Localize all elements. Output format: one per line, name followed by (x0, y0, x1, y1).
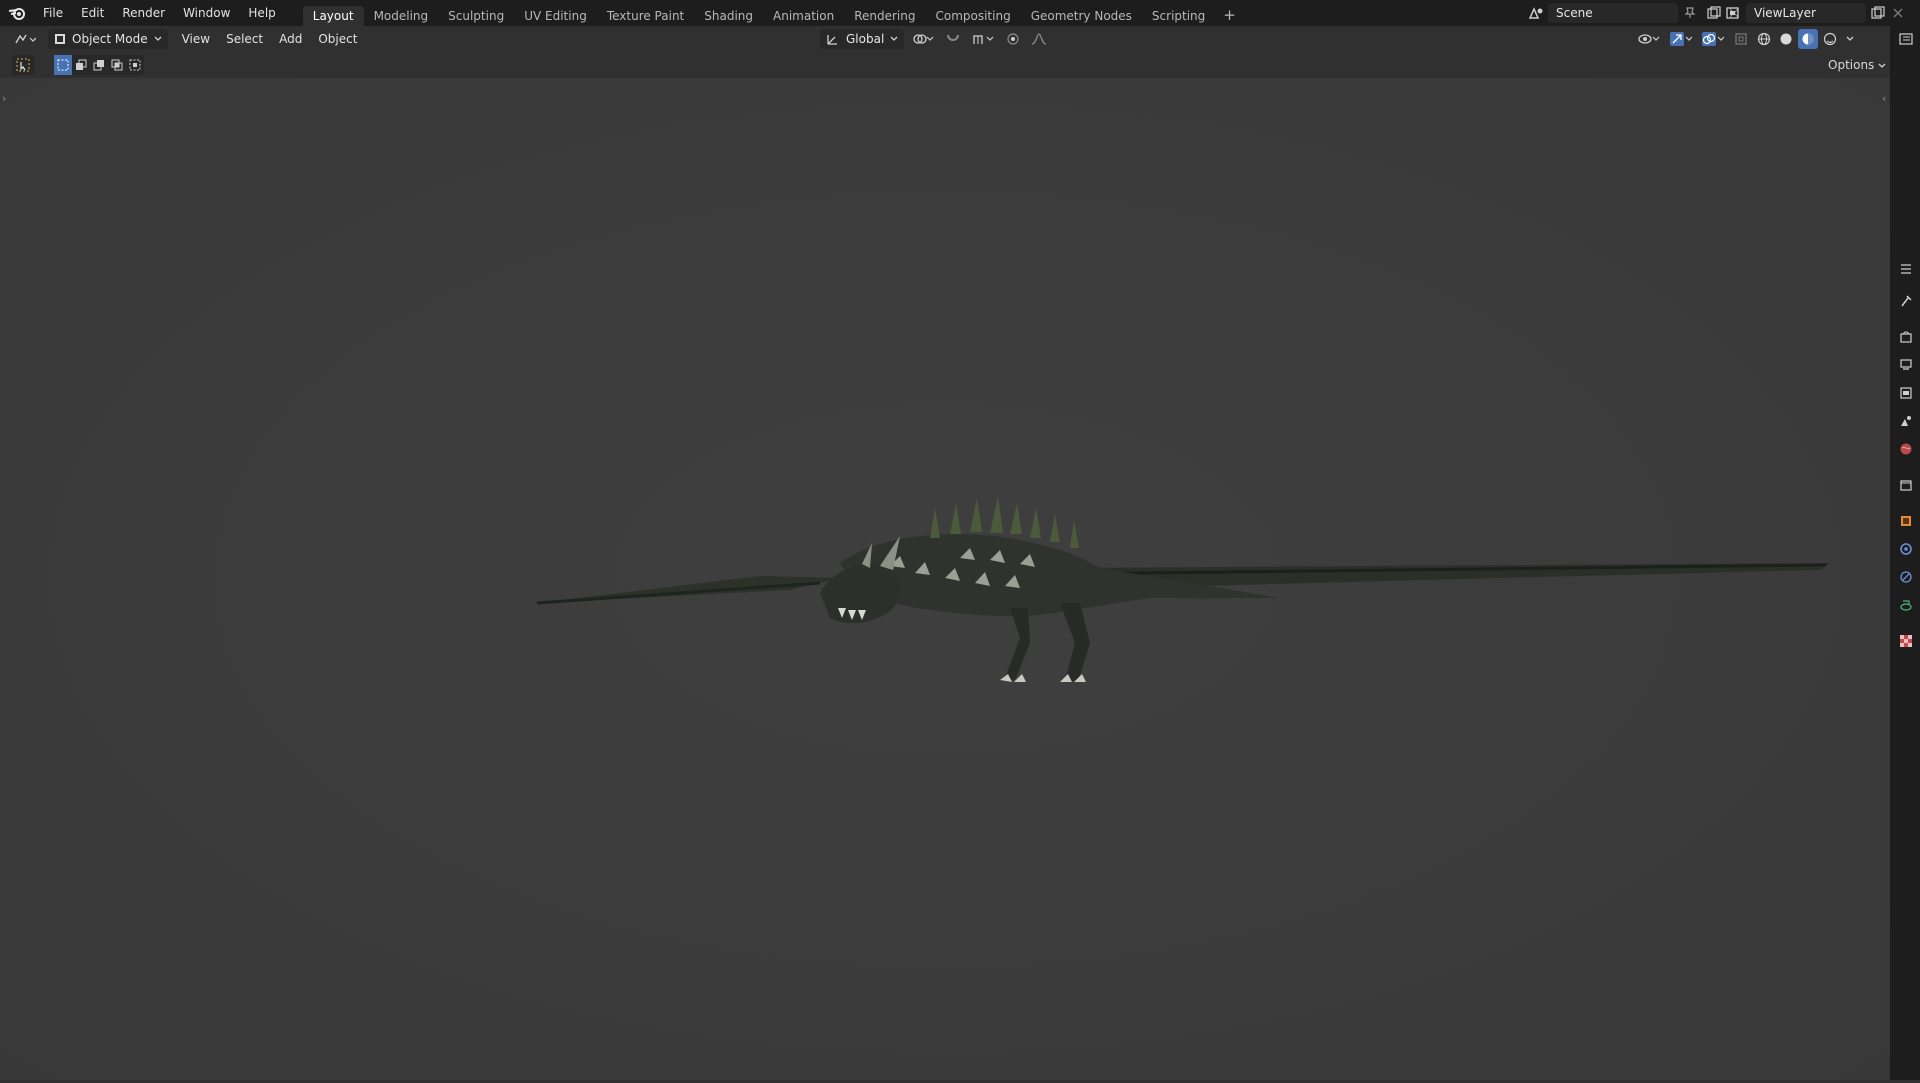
menu-window[interactable]: Window (174, 0, 239, 26)
new-view-layer-icon[interactable] (1866, 3, 1890, 23)
select-intersect-icon[interactable] (126, 55, 144, 75)
object-mode-icon (55, 34, 65, 44)
mode-label: Object Mode (72, 32, 148, 46)
tab-uv-editing[interactable]: UV Editing (514, 6, 597, 26)
view-layer-selector: ViewLayer (1722, 2, 1906, 24)
visibility-icon[interactable] (1634, 29, 1664, 49)
viewport-canvas (0, 78, 1890, 1080)
shading-solid-icon[interactable] (1776, 29, 1796, 49)
selection-mode-group (54, 55, 144, 75)
output-icon[interactable] (1897, 356, 1915, 374)
select-new-icon[interactable] (54, 55, 72, 75)
properties-editor-type-icon[interactable] (1897, 30, 1915, 48)
editor-type-icon[interactable] (10, 29, 40, 49)
shading-material-icon[interactable] (1798, 29, 1818, 49)
3d-viewport[interactable] (0, 78, 1890, 1080)
physics-icon[interactable] (1897, 596, 1915, 614)
sidebar-expand-icon[interactable]: ‹ (1882, 92, 1886, 105)
tab-compositing[interactable]: Compositing (925, 6, 1020, 26)
transform-controls: Global (820, 29, 1050, 49)
tab-rendering[interactable]: Rendering (844, 6, 925, 26)
menu-help[interactable]: Help (239, 0, 284, 26)
tab-sculpting[interactable]: Sculpting (438, 6, 514, 26)
select-extend-icon[interactable] (72, 55, 90, 75)
select-box-icon[interactable] (12, 55, 34, 75)
overlays-icon[interactable] (1698, 29, 1728, 49)
view-layer-name-field[interactable]: ViewLayer (1746, 3, 1866, 23)
menu-select[interactable]: Select (218, 26, 271, 52)
menu-render[interactable]: Render (113, 0, 174, 26)
render-icon[interactable] (1897, 328, 1915, 346)
viewport-menu: View Select Add Object (174, 26, 366, 52)
chevron-down-icon (1878, 63, 1886, 68)
view-layer-props-icon[interactable] (1897, 384, 1915, 402)
options-dropdown[interactable]: Options (1822, 56, 1892, 74)
scene-selector: Scene (1524, 2, 1742, 24)
menu-view[interactable]: View (174, 26, 218, 52)
menu-edit[interactable]: Edit (72, 0, 113, 26)
pivot-point-icon[interactable] (908, 29, 938, 49)
gizmo-icon[interactable] (1666, 29, 1696, 49)
orientation-label: Global (846, 32, 885, 46)
pin-icon[interactable] (1678, 3, 1702, 23)
xray-icon[interactable] (1730, 29, 1752, 49)
top-bar: File Edit Render Window Help Layout Mode… (0, 0, 1920, 26)
tool-header (0, 52, 1890, 78)
snap-target-icon[interactable] (968, 29, 998, 49)
viewport-display-controls (1634, 29, 1858, 49)
snap-toggle-icon[interactable] (942, 29, 964, 49)
menu-add[interactable]: Add (271, 26, 310, 52)
tool-settings-icon[interactable] (1897, 292, 1915, 310)
transform-orientation-dropdown[interactable]: Global (820, 29, 905, 49)
tab-geometry-nodes[interactable]: Geometry Nodes (1021, 6, 1142, 26)
tab-layout[interactable]: Layout (302, 6, 364, 26)
view-layer-icon[interactable] (1722, 3, 1746, 23)
falloff-icon[interactable] (1028, 29, 1050, 49)
properties-tool-icon[interactable] (1897, 260, 1915, 278)
tab-animation[interactable]: Animation (763, 6, 844, 26)
object-icon[interactable] (1897, 512, 1915, 530)
shading-rendered-icon[interactable] (1820, 29, 1840, 49)
tab-modeling[interactable]: Modeling (364, 6, 439, 26)
viewport-header: Object Mode View Select Add Object Globa… (0, 26, 1890, 52)
scene-icon[interactable] (1524, 3, 1548, 23)
texture-icon[interactable] (1897, 632, 1915, 650)
chevron-down-icon (890, 36, 898, 41)
mode-dropdown[interactable]: Object Mode (48, 29, 168, 49)
particles-icon[interactable] (1897, 568, 1915, 586)
options-label: Options (1828, 58, 1875, 72)
scene-name-field[interactable]: Scene (1548, 3, 1678, 23)
tab-texture-paint[interactable]: Texture Paint (597, 6, 694, 26)
select-subtract-icon[interactable] (90, 55, 108, 75)
main-menu: File Edit Render Window Help (34, 0, 285, 26)
shading-options-chevron-icon[interactable] (1842, 29, 1858, 49)
proportional-edit-icon[interactable] (1002, 29, 1024, 49)
tab-scripting[interactable]: Scripting (1142, 6, 1215, 26)
tab-shading[interactable]: Shading (694, 6, 763, 26)
scene-props-icon[interactable] (1897, 412, 1915, 430)
add-workspace-button[interactable]: + (1215, 6, 1244, 24)
menu-object[interactable]: Object (310, 26, 365, 52)
modifier-icon[interactable] (1897, 540, 1915, 558)
workspace-tabs: Layout Modeling Sculpting UV Editing Tex… (302, 0, 1244, 26)
select-invert-icon[interactable] (108, 55, 126, 75)
toolbar-expand-icon[interactable]: › (2, 92, 6, 105)
world-icon[interactable] (1897, 440, 1915, 458)
shading-wireframe-icon[interactable] (1754, 29, 1774, 49)
menu-file[interactable]: File (34, 0, 72, 26)
orientation-icon (827, 35, 837, 45)
blender-logo-icon[interactable] (0, 0, 34, 26)
chevron-down-icon (154, 36, 162, 41)
collection-icon[interactable] (1897, 476, 1915, 494)
remove-view-layer-icon[interactable] (1890, 3, 1906, 23)
